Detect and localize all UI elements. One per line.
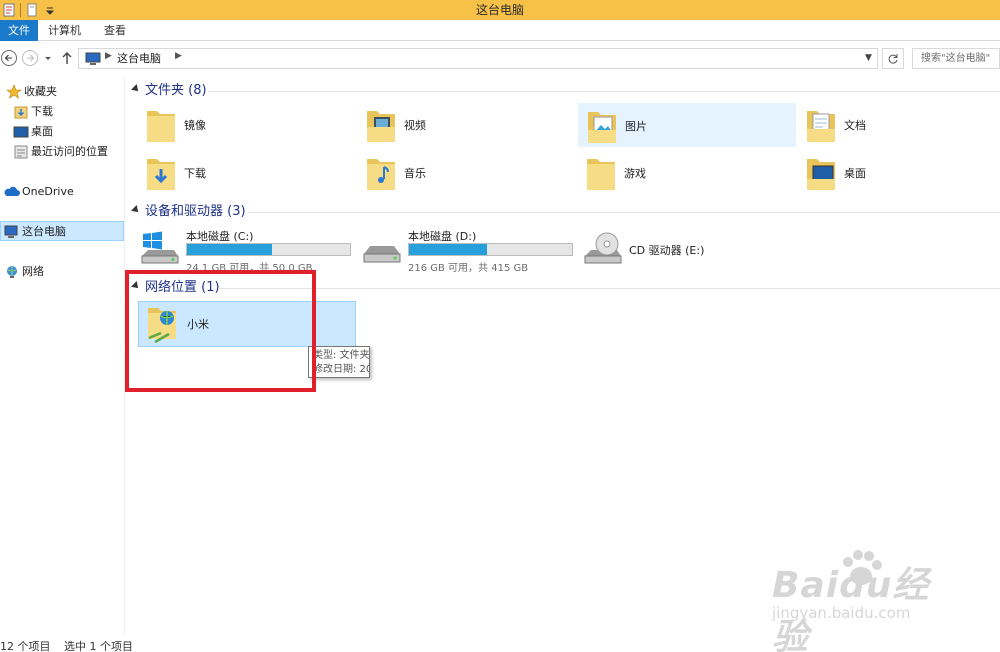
recent-locations-icon[interactable] (42, 49, 54, 67)
folder-tile[interactable]: 镜像 (138, 103, 354, 147)
annotation-highlight-box (125, 270, 316, 392)
cloud-icon (4, 186, 20, 196)
drive-usage-bar (408, 243, 573, 256)
cd-drive-icon (584, 232, 622, 264)
hard-drive-icon (363, 246, 401, 263)
downloads-folder-icon (147, 159, 175, 190)
tab-view[interactable]: 查看 (96, 20, 134, 41)
group-folders[interactable]: 文件夹 (8) (130, 82, 1000, 100)
network-icon (7, 266, 17, 278)
nav-favorites[interactable]: 收藏夹 (0, 82, 124, 102)
ribbon-tabs: 文件 计算机 查看 (0, 20, 1000, 41)
folder-tile[interactable]: 下载 (138, 151, 354, 195)
title-bar: 这台电脑 (0, 0, 1000, 20)
star-icon (6, 84, 22, 99)
drive-usage-fill (409, 244, 488, 255)
folder-tile[interactable]: 音乐 (358, 151, 574, 195)
folder-icon (587, 159, 615, 190)
videos-folder-icon (367, 111, 395, 142)
desktop-folder-icon (807, 159, 835, 190)
navigation-pane: 收藏夹 下载 桌面 最近访问的位置 OneDrive 这台电脑 网络 (0, 76, 125, 636)
address-dropdown-icon[interactable]: ▼ (865, 49, 872, 68)
forward-icon[interactable] (21, 49, 39, 67)
tab-file[interactable]: 文件 (0, 20, 38, 41)
collapse-icon[interactable] (131, 84, 141, 94)
folder-tile[interactable]: 桌面 (798, 151, 998, 195)
watermark: Baidu经验 jingyan.baidu.com (760, 548, 960, 652)
watermark-url: jingyan.baidu.com (772, 604, 911, 622)
pictures-folder-icon (588, 112, 616, 143)
group-devices[interactable]: 设备和驱动器 (3) (130, 203, 1000, 221)
group-divider (218, 288, 1000, 289)
documents-folder-icon (807, 111, 835, 142)
drive-usage-fill (187, 244, 272, 255)
drive-tile-e[interactable]: CD 驱动器 (E:) (583, 226, 799, 274)
folder-tile[interactable]: 视频 (358, 103, 574, 147)
tab-computer[interactable]: 计算机 (40, 20, 89, 41)
drive-tile-d[interactable]: 本地磁盘 (D:) 216 GB 可用，共 415 GB (362, 226, 578, 274)
folder-tile[interactable]: 图片 (578, 103, 796, 147)
drive-tile-c[interactable]: 本地磁盘 (C:) 24.1 GB 可用，共 50.0 GB (140, 226, 356, 274)
drive-usage-bar (186, 243, 351, 256)
nav-network[interactable]: 网络 (0, 262, 124, 282)
collapse-icon[interactable] (131, 205, 141, 215)
group-divider (208, 91, 1000, 92)
status-item-count: 12 个项目 (0, 640, 51, 652)
status-selected-count: 选中 1 个项目 (64, 640, 133, 652)
folder-tile[interactable]: 文档 (798, 103, 998, 147)
tooltip-type: 类型: 文件夹 (313, 350, 370, 361)
windows-drive-icon (141, 231, 179, 264)
nav-recent-places[interactable]: 最近访问的位置 (0, 142, 124, 162)
folder-icon (147, 111, 175, 142)
folder-tile[interactable]: 游戏 (578, 151, 796, 195)
back-icon[interactable] (0, 49, 18, 67)
this-pc-icon (85, 52, 101, 65)
computer-icon (4, 225, 18, 238)
address-bar[interactable]: ▶ 这台电脑 ▶ ▼ (78, 48, 878, 69)
recent-places-icon (14, 145, 28, 159)
group-divider (248, 212, 1000, 213)
refresh-icon (888, 54, 898, 64)
chevron-right-icon[interactable]: ▶ (175, 51, 182, 61)
nav-desktop[interactable]: 桌面 (0, 122, 124, 142)
search-input[interactable]: 搜索"这台电脑" (912, 48, 1000, 69)
desktop-icon (13, 126, 29, 138)
downloads-folder-icon (14, 106, 28, 119)
status-bar: 12 个项目 选中 1 个项目 (0, 638, 1000, 652)
window-title: 这台电脑 (475, 3, 524, 17)
item-tooltip: 类型: 文件夹 修改日期: 20 (308, 346, 370, 378)
chevron-right-icon[interactable]: ▶ (105, 51, 112, 61)
nav-this-pc[interactable]: 这台电脑 (0, 221, 124, 241)
tooltip-modified: 修改日期: 20 (313, 364, 370, 375)
music-folder-icon (367, 159, 395, 190)
up-icon[interactable] (60, 49, 74, 67)
breadcrumb-this-pc[interactable]: 这台电脑 (117, 49, 161, 68)
refresh-button[interactable] (882, 48, 904, 69)
address-row: ▶ 这台电脑 ▶ ▼ 搜索"这台电脑" (0, 45, 1000, 71)
nav-downloads[interactable]: 下载 (0, 102, 124, 122)
nav-onedrive[interactable]: OneDrive (0, 182, 124, 202)
